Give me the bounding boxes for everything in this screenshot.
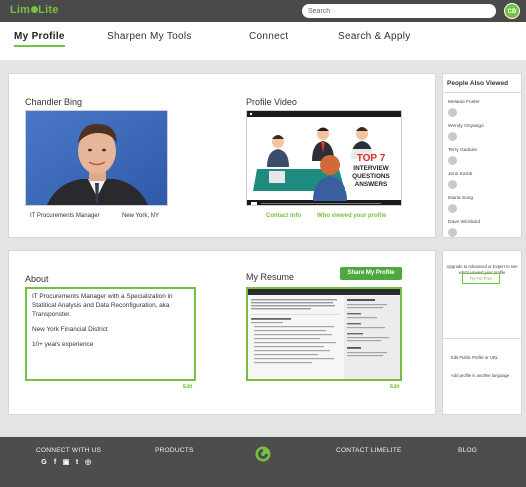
logo-text-start: Lim bbox=[10, 4, 31, 16]
person-name[interactable]: Diana Song bbox=[448, 196, 473, 201]
person-avatar[interactable] bbox=[448, 228, 457, 237]
footer-blog-link[interactable]: BLOG bbox=[458, 447, 477, 454]
video-title-line3: QUESTIONS bbox=[352, 173, 390, 180]
person-avatar[interactable] bbox=[448, 156, 457, 165]
camera-icon[interactable]: ◎ bbox=[84, 459, 92, 467]
facebook-icon[interactable]: f bbox=[51, 459, 59, 467]
about-text-box[interactable]: IT Procurements Manager with a Specializ… bbox=[25, 287, 196, 381]
about-paragraph: New York Financial District bbox=[32, 325, 108, 333]
google-icon[interactable]: G bbox=[40, 459, 48, 467]
video-title-line2: INTERVIEW bbox=[353, 165, 389, 172]
instagram-icon[interactable]: ▣ bbox=[62, 459, 70, 467]
person-avatar[interactable] bbox=[448, 204, 457, 213]
resume-heading: My Resume bbox=[246, 272, 295, 282]
profile-name: Chandler Bing bbox=[25, 97, 83, 107]
resume-edit-link[interactable]: Edit bbox=[390, 384, 399, 390]
profile-video-player[interactable]: TOP 7 INTERVIEW QUESTIONS ANSWERS bbox=[246, 110, 402, 206]
who-viewed-link[interactable]: Who viewed your profile bbox=[317, 213, 386, 219]
footer: CONNECT WITH US G f ▣ t ◎ PRODUCTS CONTA… bbox=[0, 437, 526, 487]
divider bbox=[442, 338, 522, 339]
person-name[interactable]: Terry Gadaire bbox=[448, 148, 477, 153]
about-edit-link[interactable]: Edit bbox=[183, 384, 192, 390]
try-for-free-button[interactable]: Try For Free bbox=[462, 273, 500, 284]
video-title-line4: ANSWERS bbox=[355, 181, 388, 188]
profile-job-title: IT Procurements Manager bbox=[30, 213, 100, 219]
edit-public-profile-link[interactable]: Edit Public Profile or URL bbox=[451, 355, 498, 360]
person-name[interactable]: Dave Wickland bbox=[448, 220, 480, 225]
person-name[interactable]: Jenn Kamb bbox=[448, 172, 472, 177]
twitter-icon[interactable]: t bbox=[73, 459, 81, 467]
footer-contact-link[interactable]: CONTACT LIMELITE bbox=[336, 447, 402, 454]
video-title-line1: TOP 7 bbox=[357, 153, 386, 164]
user-avatar[interactable]: CB bbox=[504, 3, 520, 19]
profile-location: New York, NY bbox=[122, 213, 160, 219]
lime-icon bbox=[30, 5, 38, 13]
logo-text-end: Lite bbox=[38, 4, 59, 16]
about-paragraph: IT Procurements Manager with a Specializ… bbox=[32, 293, 173, 318]
people-also-viewed-heading: People Also Viewed bbox=[447, 80, 509, 87]
contact-info-link[interactable]: Contact Info bbox=[266, 213, 301, 219]
nav-connect[interactable]: Connect bbox=[249, 31, 288, 42]
divider bbox=[442, 92, 522, 93]
limelite-logo[interactable]: Lim Lite bbox=[10, 4, 59, 16]
social-links: G f ▣ t ◎ bbox=[40, 459, 92, 467]
top-bar: Lim Lite CB bbox=[0, 0, 526, 22]
main-nav: My Profile Sharpen My Tools Connect Sear… bbox=[0, 22, 526, 60]
nav-search-apply[interactable]: Search & Apply bbox=[338, 31, 411, 42]
share-profile-button[interactable]: Share My Profile bbox=[340, 267, 402, 280]
about-paragraph: 10+ years experience bbox=[32, 340, 94, 348]
footer-products-link[interactable]: PRODUCTS bbox=[155, 447, 194, 454]
resume-preview[interactable] bbox=[246, 287, 402, 381]
nav-sharpen-my-tools[interactable]: Sharpen My Tools bbox=[107, 31, 192, 42]
person-name[interactable]: Melanie Foster bbox=[448, 100, 480, 105]
profile-photo bbox=[25, 110, 168, 206]
add-profile-language-link[interactable]: Add profile in another language bbox=[451, 373, 509, 378]
search-input[interactable] bbox=[302, 4, 496, 18]
person-avatar[interactable] bbox=[448, 132, 457, 141]
person-name[interactable]: Wendy Onyango bbox=[448, 124, 484, 129]
limelite-footer-logo-icon[interactable] bbox=[255, 446, 271, 462]
footer-connect-heading[interactable]: CONNECT WITH US bbox=[36, 447, 101, 454]
profile-video-heading: Profile Video bbox=[246, 97, 297, 107]
nav-my-profile[interactable]: My Profile bbox=[14, 31, 65, 47]
person-avatar[interactable] bbox=[448, 180, 457, 189]
about-heading: About bbox=[25, 274, 49, 284]
person-avatar[interactable] bbox=[448, 108, 457, 117]
